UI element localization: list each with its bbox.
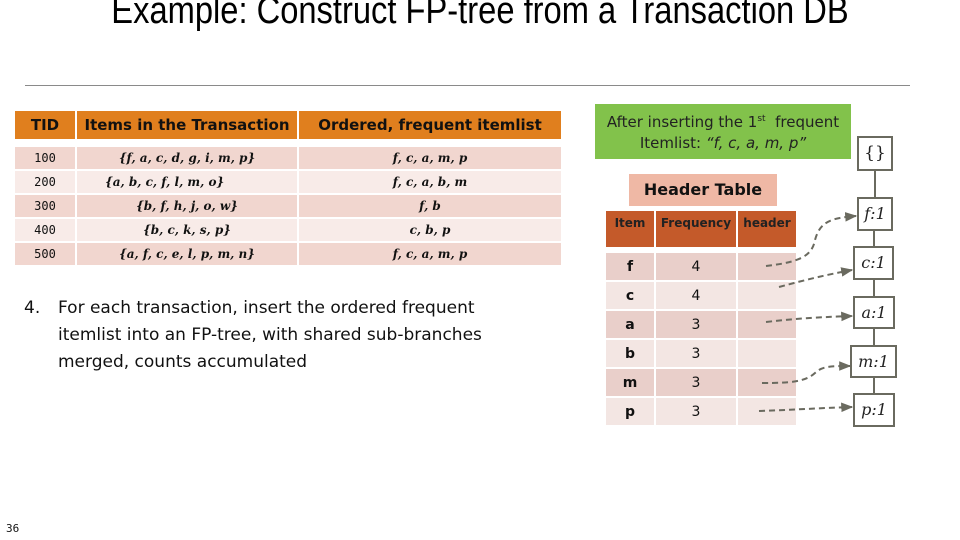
tid-cell: 500 (15, 243, 75, 265)
ordered-cell: c, b, p (299, 219, 561, 241)
node-link-cell (738, 340, 796, 367)
transaction-table: TID Items in the Transaction Ordered, fr… (13, 109, 563, 267)
step-number: 4. (24, 298, 41, 318)
tree-root-node: {} (857, 136, 893, 171)
title-divider (25, 85, 910, 86)
items-cell: {b, f, h, j, o, w} (77, 195, 297, 217)
header-table-row: p 3 (606, 398, 796, 425)
callout-text: frequent (775, 113, 840, 131)
table-row: 300 {b, f, h, j, o, w} f, b (15, 195, 561, 217)
callout-line-1: After inserting the 1st frequent (595, 109, 851, 133)
page-number: 36 (6, 522, 20, 535)
callout-text: Itemlist: (639, 134, 706, 152)
ordered-cell: f, c, a, m, p (299, 243, 561, 265)
header-table-row: m 3 (606, 369, 796, 396)
node-link-cell (738, 311, 796, 338)
column-header-items: Items in the Transaction (77, 111, 297, 139)
tree-node-m: m:1 (850, 345, 897, 378)
item-cell: b (606, 340, 654, 367)
insertion-callout: After inserting the 1st frequent Itemlis… (595, 104, 851, 159)
item-cell: c (606, 282, 654, 309)
items-cell: {a, b, c, f, l, m, o} (77, 171, 297, 193)
item-cell: m (606, 369, 654, 396)
table-row: 100 {f, a, c, d, g, i, m, p} f, c, a, m,… (15, 147, 561, 169)
column-header-frequency: Frequency (656, 211, 736, 247)
ordered-cell: f, c, a, b, m (299, 171, 561, 193)
tid-cell: 300 (15, 195, 75, 217)
tid-cell: 100 (15, 147, 75, 169)
tree-node-c: c:1 (853, 246, 894, 280)
step-text: For each transaction, insert the ordered… (58, 298, 482, 372)
column-header-ordered: Ordered, frequent itemlist (299, 111, 561, 139)
column-header-item: Item (606, 211, 654, 247)
header-table-row: b 3 (606, 340, 796, 367)
ordered-cell: f, c, a, m, p (299, 147, 561, 169)
fp-tree-links (758, 170, 876, 413)
column-header-header: header (738, 211, 796, 247)
table-row: 400 {b, c, k, s, p} c, b, p (15, 219, 561, 241)
callout-itemlist: “f, c, a, m, p” (705, 134, 807, 152)
node-link-cell (738, 398, 796, 425)
header-table-row: c 4 (606, 282, 796, 309)
tree-node-f: f:1 (857, 197, 893, 231)
callout-superscript: st (757, 114, 766, 124)
tree-node-a: a:1 (853, 296, 895, 329)
header-table-title: Header Table (629, 174, 777, 206)
node-link-cell (738, 282, 796, 309)
callout-text: After inserting the 1 (606, 113, 758, 131)
tree-node-p: p:1 (853, 393, 895, 427)
item-cell: a (606, 311, 654, 338)
frequency-cell: 4 (656, 253, 736, 280)
node-link-cell (738, 253, 796, 280)
header-table-row: a 3 (606, 311, 796, 338)
callout-line-2: Itemlist: “f, c, a, m, p” (595, 133, 851, 154)
items-cell: {b, c, k, s, p} (77, 219, 297, 241)
column-header-tid: TID (15, 111, 75, 139)
table-row: 200 {a, b, c, f, l, m, o} f, c, a, b, m (15, 171, 561, 193)
frequency-cell: 3 (656, 369, 736, 396)
slide-title: Example: Construct FP-tree from a Transa… (111, 0, 849, 32)
frequency-cell: 4 (656, 282, 736, 309)
header-table-row: f 4 (606, 253, 796, 280)
table-row: 500 {a, f, c, e, l, p, m, n} f, c, a, m,… (15, 243, 561, 265)
frequency-cell: 3 (656, 340, 736, 367)
tid-cell: 400 (15, 219, 75, 241)
node-link-cell (738, 369, 796, 396)
items-cell: {a, f, c, e, l, p, m, n} (77, 243, 297, 265)
frequency-cell: 3 (656, 311, 736, 338)
header-table: Item Frequency header f 4 c 4 a 3 b 3 m (604, 209, 798, 427)
tid-cell: 200 (15, 171, 75, 193)
item-cell: f (606, 253, 654, 280)
step-description: 4. For each transaction, insert the orde… (24, 295, 498, 376)
ordered-cell: f, b (299, 195, 561, 217)
item-cell: p (606, 398, 654, 425)
items-cell: {f, a, c, d, g, i, m, p} (77, 147, 297, 169)
frequency-cell: 3 (656, 398, 736, 425)
